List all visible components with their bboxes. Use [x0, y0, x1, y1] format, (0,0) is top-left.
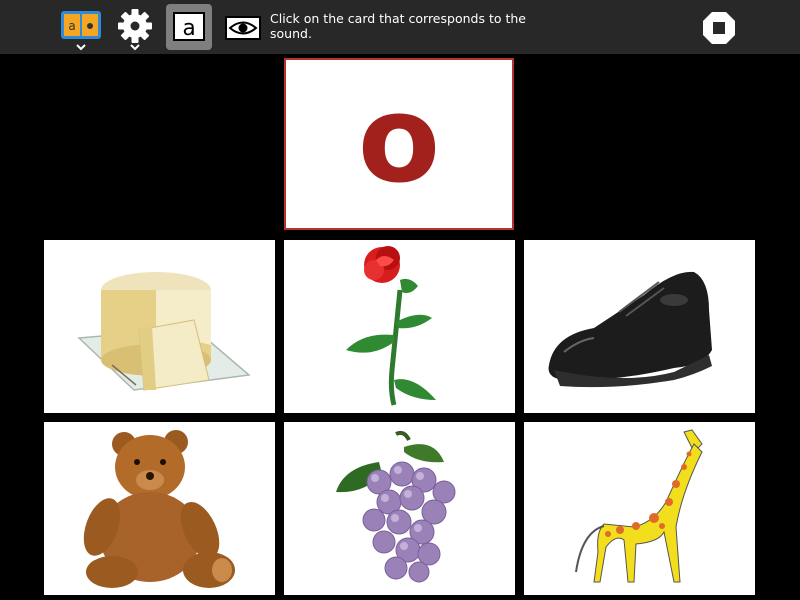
- svg-text:a: a: [68, 19, 75, 33]
- grapes-icon: [336, 430, 456, 583]
- rose-icon: [346, 246, 436, 406]
- card-giraffe[interactable]: [524, 422, 755, 595]
- card-cheese[interactable]: [44, 240, 275, 413]
- letter-a-label: a: [182, 16, 195, 41]
- card-grapes[interactable]: [284, 422, 515, 595]
- card-teddy-bear[interactable]: [44, 422, 275, 595]
- cheese-icon: [77, 272, 251, 391]
- target-letter-card: o: [284, 58, 514, 230]
- letter-a-button[interactable]: a: [166, 4, 212, 50]
- instruction-text: Click on the card that corresponds to th…: [270, 11, 526, 41]
- eye-icon[interactable]: [220, 4, 266, 50]
- giraffe-icon: [575, 429, 703, 583]
- gear-icon[interactable]: [112, 4, 158, 51]
- target-letter: o: [357, 71, 441, 210]
- stop-icon[interactable]: [696, 4, 742, 50]
- activity-icon[interactable]: a: [58, 4, 104, 51]
- card-rose[interactable]: [284, 240, 515, 413]
- shoe-icon: [548, 271, 712, 388]
- card-shoe[interactable]: [524, 240, 755, 413]
- toolbar: a a Click on the card that corresponds t…: [0, 0, 800, 54]
- teddy-bear-icon: [83, 430, 235, 588]
